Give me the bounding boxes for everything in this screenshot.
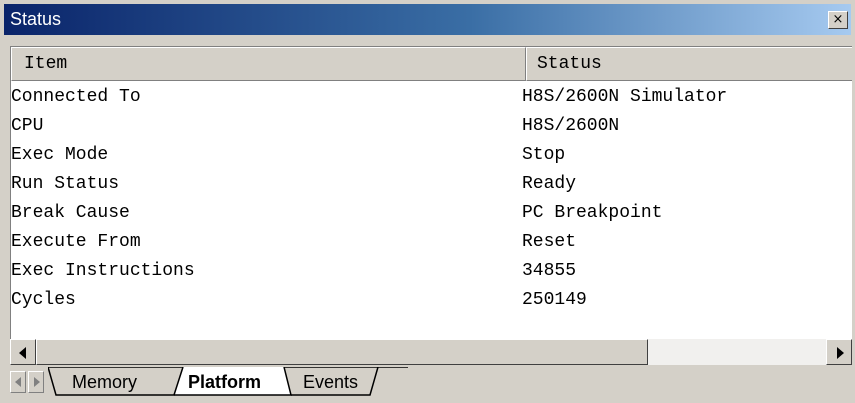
row-item: CPU bbox=[11, 116, 44, 136]
table-row[interactable]: Break Cause PC Breakpoint bbox=[11, 199, 852, 228]
close-button[interactable]: × bbox=[828, 11, 848, 29]
row-status: PC Breakpoint bbox=[522, 203, 663, 223]
tab-scroll-next-button[interactable] bbox=[28, 371, 44, 393]
column-header-item[interactable]: Item bbox=[11, 47, 526, 81]
row-status: H8S/2600N Simulator bbox=[522, 87, 728, 107]
row-status: Ready bbox=[522, 174, 577, 194]
status-list: Item Status Connected To H8S/2600N Simul… bbox=[10, 46, 852, 339]
row-status: H8S/2600N bbox=[522, 116, 620, 136]
table-row[interactable]: Execute From Reset bbox=[11, 228, 852, 257]
row-item: Run Status bbox=[11, 174, 120, 194]
tab-bar: Memory Platform Events bbox=[10, 367, 852, 397]
list-header: Item Status bbox=[11, 47, 852, 82]
arrow-left-icon bbox=[15, 377, 21, 387]
scroll-thumb[interactable] bbox=[36, 339, 648, 365]
table-row[interactable]: Cycles 250149 bbox=[11, 286, 852, 315]
row-item: Exec Mode bbox=[11, 145, 109, 165]
row-status: Reset bbox=[522, 232, 577, 252]
scroll-right-button[interactable] bbox=[826, 339, 852, 365]
tab-platform[interactable]: Platform bbox=[188, 372, 261, 393]
horizontal-scrollbar[interactable] bbox=[10, 339, 852, 365]
row-item: Exec Instructions bbox=[11, 261, 195, 281]
tab-memory[interactable]: Memory bbox=[72, 372, 137, 393]
row-status: 250149 bbox=[522, 290, 587, 310]
row-item: Connected To bbox=[11, 87, 141, 107]
row-status: Stop bbox=[522, 145, 566, 165]
title-bar[interactable]: Status × bbox=[4, 4, 851, 35]
row-item: Execute From bbox=[11, 232, 141, 252]
table-row[interactable]: Connected To H8S/2600N Simulator bbox=[11, 83, 852, 112]
column-header-status[interactable]: Status bbox=[526, 47, 852, 81]
row-item: Break Cause bbox=[11, 203, 130, 223]
scroll-left-button[interactable] bbox=[10, 339, 36, 365]
tab-scroll-prev-button[interactable] bbox=[10, 371, 26, 393]
table-row[interactable]: Run Status Ready bbox=[11, 170, 852, 199]
table-row[interactable]: Exec Mode Stop bbox=[11, 141, 852, 170]
row-item: Cycles bbox=[11, 290, 76, 310]
window-title: Status bbox=[10, 9, 62, 29]
scroll-track[interactable] bbox=[648, 339, 826, 365]
status-window: Status × Item Status Connected To H8S/26… bbox=[0, 0, 855, 403]
table-row[interactable]: CPU H8S/2600N bbox=[11, 112, 852, 141]
list-rows: Connected To H8S/2600N Simulator CPU H8S… bbox=[11, 83, 852, 315]
arrow-right-icon bbox=[837, 347, 844, 359]
tab-events[interactable]: Events bbox=[303, 372, 358, 393]
arrow-right-icon bbox=[34, 377, 40, 387]
row-status: 34855 bbox=[522, 261, 577, 281]
arrow-left-icon bbox=[19, 347, 26, 359]
close-icon: × bbox=[832, 12, 844, 27]
table-row[interactable]: Exec Instructions 34855 bbox=[11, 257, 852, 286]
